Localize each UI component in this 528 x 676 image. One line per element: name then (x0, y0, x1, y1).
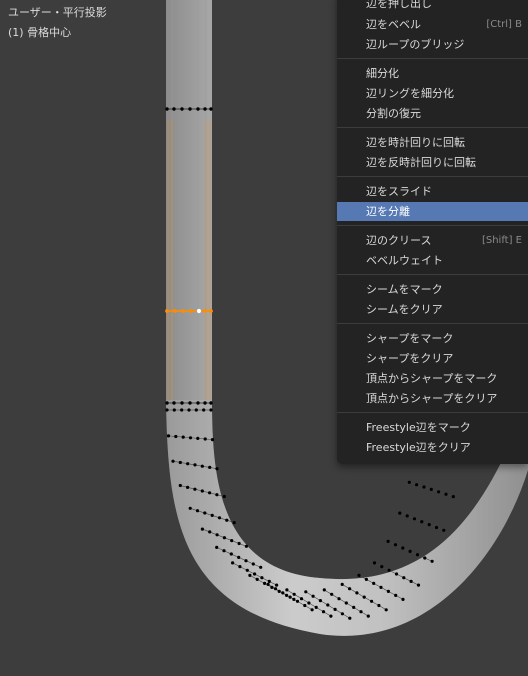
menu-item-label: 分割の復元 (366, 107, 421, 120)
menu-item-mark-sharp[interactable]: シャープをマーク (337, 329, 528, 348)
menu-item-clear-sharp[interactable]: シャープをクリア (337, 349, 528, 368)
menu-separator (337, 58, 528, 59)
view-name-label: ユーザー・平行投影 (8, 6, 107, 19)
menu-item-extrude-edges[interactable]: 辺を押し出し (337, 0, 528, 13)
menu-item-label: 辺をスライド (366, 185, 432, 198)
menu-item-label: シャープをマーク (366, 332, 454, 345)
menu-item-edge-split[interactable]: 辺を分離 (337, 202, 528, 221)
menu-item-label: ベベルウェイト (366, 254, 443, 267)
menu-item-clear-sharp-from-vertices[interactable]: 頂点からシャープをクリア (337, 389, 528, 408)
menu-item-edge-slide[interactable]: 辺をスライド (337, 182, 528, 201)
menu-item-mark-seam[interactable]: シームをマーク (337, 280, 528, 299)
menu-separator (337, 225, 528, 226)
menu-item-label: 細分化 (366, 67, 399, 80)
menu-item-label: シームをマーク (366, 283, 443, 296)
menu-item-label: 辺を押し出し (366, 0, 432, 10)
menu-item-rotate-edge-cw[interactable]: 辺を時計回りに回転 (337, 133, 528, 152)
menu-item-label: 辺を時計回りに回転 (366, 136, 465, 149)
menu-item-edge-crease[interactable]: 辺のクリース [Shift] E (337, 231, 528, 250)
menu-item-subdivide-edge-ring[interactable]: 辺リングを細分化 (337, 84, 528, 103)
menu-item-clear-freestyle-edge[interactable]: Freestyle辺をクリア (337, 438, 528, 457)
menu-item-rotate-edge-ccw[interactable]: 辺を反時計回りに回転 (337, 153, 528, 172)
object-info-label: (1) 骨格中心 (8, 26, 72, 39)
menu-separator (337, 412, 528, 413)
viewport-overlay: ユーザー・平行投影 (1) 骨格中心 (8, 3, 107, 43)
edge-context-menu: 辺を押し出し 辺をベベル [Ctrl] B 辺ループのブリッジ 細分化 辺リングを… (337, 0, 528, 464)
menu-item-subdivide[interactable]: 細分化 (337, 64, 528, 83)
menu-separator (337, 274, 528, 275)
menu-separator (337, 176, 528, 177)
menu-item-un-subdivide[interactable]: 分割の復元 (337, 104, 528, 123)
menu-item-mark-freestyle-edge[interactable]: Freestyle辺をマーク (337, 418, 528, 437)
menu-item-clear-seam[interactable]: シームをクリア (337, 300, 528, 319)
menu-item-label: 辺リングを細分化 (366, 87, 454, 100)
menu-item-label: シームをクリア (366, 303, 443, 316)
menu-item-mark-sharp-from-vertices[interactable]: 頂点からシャープをマーク (337, 369, 528, 388)
menu-item-label: 辺のクリース (366, 234, 432, 247)
menu-item-bevel-weight[interactable]: ベベルウェイト (337, 251, 528, 270)
menu-item-label: 辺を反時計回りに回転 (366, 156, 476, 169)
menu-item-label: Freestyle辺をマーク (366, 421, 471, 434)
menu-item-label: 辺を分離 (366, 205, 410, 218)
menu-item-label: シャープをクリア (366, 352, 454, 365)
menu-separator (337, 323, 528, 324)
menu-item-label: 辺をベベル (366, 18, 421, 31)
menu-item-bridge-edge-loops[interactable]: 辺ループのブリッジ (337, 35, 528, 54)
menu-item-label: Freestyle辺をクリア (366, 441, 471, 454)
menu-item-label: 頂点からシャープをクリア (366, 392, 498, 405)
menu-item-shortcut: [Shift] E (481, 235, 522, 246)
menu-item-label: 辺ループのブリッジ (366, 38, 465, 51)
menu-item-bevel-edges[interactable]: 辺をベベル [Ctrl] B (337, 15, 528, 34)
menu-item-shortcut: [Ctrl] B (486, 19, 522, 30)
menu-item-label: 頂点からシャープをマーク (366, 372, 498, 385)
menu-separator (337, 127, 528, 128)
